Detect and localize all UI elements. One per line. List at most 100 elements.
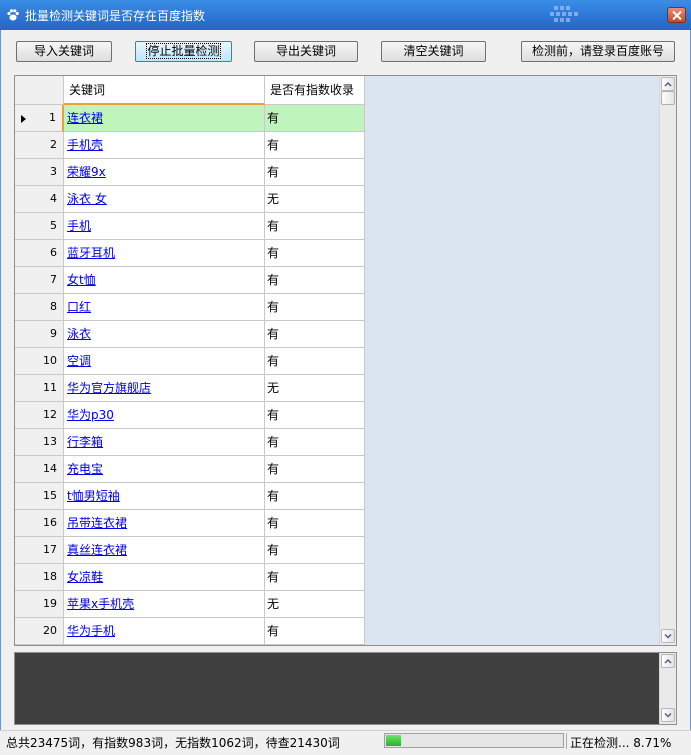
table-row[interactable]: 18 女凉鞋有 — [15, 564, 365, 591]
keyword-cell[interactable]: 女凉鞋 — [64, 564, 265, 591]
table-row[interactable]: 15 t恤男短袖有 — [15, 483, 365, 510]
keyword-grid[interactable]: 关键词 是否有指数收录 1 连衣裙有 2 手机壳有 3 荣耀9x 有 4 泳衣 女无 5 手机有 6 蓝… — [14, 75, 677, 646]
indexed-cell[interactable]: 有 — [265, 321, 365, 348]
login-baidu-button[interactable]: 检测前，请登录百度账号 — [521, 41, 675, 62]
table-row[interactable]: 19 苹果x手机壳无 — [15, 591, 365, 618]
chevron-up-icon — [664, 658, 672, 664]
log-output[interactable] — [14, 652, 677, 725]
indexed-cell[interactable]: 有 — [265, 510, 365, 537]
table-row[interactable]: 2 手机壳有 — [15, 132, 365, 159]
keyword-cell[interactable]: 行李箱 — [64, 429, 265, 456]
keyword-cell[interactable]: 荣耀9x — [64, 159, 265, 186]
row-header[interactable]: 13 — [15, 429, 64, 456]
column-header-keyword[interactable]: 关键词 — [64, 76, 265, 105]
log-vertical-scrollbar[interactable] — [659, 653, 676, 724]
keyword-cell[interactable]: 连衣裙 — [64, 105, 265, 132]
indexed-cell[interactable]: 无 — [265, 186, 365, 213]
scroll-down-button[interactable] — [661, 629, 675, 643]
table-row[interactable]: 9 泳衣有 — [15, 321, 365, 348]
table-row[interactable]: 14 充电宝有 — [15, 456, 365, 483]
keyword-cell[interactable]: 吊带连衣裙 — [64, 510, 265, 537]
import-keywords-button[interactable]: 导入关键词 — [16, 41, 112, 62]
row-header[interactable]: 10 — [15, 348, 64, 375]
row-header[interactable]: 19 — [15, 591, 64, 618]
log-scroll-up-button[interactable] — [661, 654, 675, 668]
table-row[interactable]: 13 行李箱有 — [15, 429, 365, 456]
table-row[interactable]: 10 空调有 — [15, 348, 365, 375]
keyword-cell[interactable]: 口红 — [64, 294, 265, 321]
indexed-cell[interactable]: 有 — [265, 564, 365, 591]
indexed-cell[interactable]: 无 — [265, 591, 365, 618]
row-header[interactable]: 16 — [15, 510, 64, 537]
indexed-cell[interactable]: 有 — [265, 402, 365, 429]
keyword-cell[interactable]: 手机 — [64, 213, 265, 240]
table-row[interactable]: 16 吊带连衣裙有 — [15, 510, 365, 537]
row-header[interactable]: 3 — [15, 159, 64, 186]
keyword-cell[interactable]: 真丝连衣裙 — [64, 537, 265, 564]
row-header[interactable]: 18 — [15, 564, 64, 591]
row-header[interactable]: 20 — [15, 618, 64, 645]
keyword-cell[interactable]: 华为p30 — [64, 402, 265, 429]
table-row[interactable]: 4 泳衣 女无 — [15, 186, 365, 213]
indexed-cell[interactable]: 有 — [265, 105, 365, 132]
row-header[interactable]: 8 — [15, 294, 64, 321]
indexed-cell[interactable]: 有 — [265, 294, 365, 321]
keyword-cell[interactable]: 华为手机 — [64, 618, 265, 645]
close-button[interactable] — [667, 7, 686, 23]
row-header[interactable]: 5 — [15, 213, 64, 240]
row-header[interactable]: 17 — [15, 537, 64, 564]
table-row[interactable]: 11 华为官方旗舰店无 — [15, 375, 365, 402]
table-row[interactable]: 8 口红有 — [15, 294, 365, 321]
keyword-cell[interactable]: 女t恤 — [64, 267, 265, 294]
table-row[interactable]: 3 荣耀9x 有 — [15, 159, 365, 186]
row-header[interactable]: 1 — [15, 105, 64, 132]
keyword-cell[interactable]: t恤男短袖 — [64, 483, 265, 510]
row-header[interactable]: 7 — [15, 267, 64, 294]
indexed-cell[interactable]: 有 — [265, 267, 365, 294]
table-row[interactable]: 7 女t恤有 — [15, 267, 365, 294]
keyword-cell[interactable]: 华为官方旗舰店 — [64, 375, 265, 402]
row-header[interactable]: 2 — [15, 132, 64, 159]
column-header-indexed[interactable]: 是否有指数收录 — [265, 76, 365, 105]
row-number: 14 — [43, 462, 57, 475]
indexed-cell[interactable]: 有 — [265, 213, 365, 240]
indexed-cell[interactable]: 有 — [265, 456, 365, 483]
keyword-cell[interactable]: 泳衣 — [64, 321, 265, 348]
row-header[interactable]: 6 — [15, 240, 64, 267]
export-keywords-button[interactable]: 导出关键词 — [254, 41, 358, 62]
row-header[interactable]: 15 — [15, 483, 64, 510]
scroll-thumb[interactable] — [661, 91, 675, 105]
keyword-cell[interactable]: 手机壳 — [64, 132, 265, 159]
indexed-cell[interactable]: 无 — [265, 375, 365, 402]
keyword-cell[interactable]: 空调 — [64, 348, 265, 375]
table-row[interactable]: 17 真丝连衣裙有 — [15, 537, 365, 564]
indexed-cell[interactable]: 有 — [265, 618, 365, 645]
clear-keywords-button[interactable]: 清空关键词 — [381, 41, 486, 62]
log-scroll-down-button[interactable] — [661, 708, 675, 722]
row-header[interactable]: 14 — [15, 456, 64, 483]
indexed-cell[interactable]: 有 — [265, 159, 365, 186]
row-header[interactable]: 11 — [15, 375, 64, 402]
row-header[interactable]: 4 — [15, 186, 64, 213]
stop-batch-check-button[interactable]: 停止批量检测 — [135, 41, 232, 62]
table-row[interactable]: 6 蓝牙耳机有 — [15, 240, 365, 267]
keyword-cell[interactable]: 蓝牙耳机 — [64, 240, 265, 267]
indexed-cell[interactable]: 有 — [265, 240, 365, 267]
table-row[interactable]: 5 手机有 — [15, 213, 365, 240]
table-row[interactable]: 1 连衣裙有 — [15, 105, 365, 132]
row-header[interactable]: 12 — [15, 402, 64, 429]
row-header[interactable]: 9 — [15, 321, 64, 348]
import-keywords-label: 导入关键词 — [33, 44, 94, 58]
indexed-cell[interactable]: 有 — [265, 348, 365, 375]
keyword-cell[interactable]: 充电宝 — [64, 456, 265, 483]
keyword-cell[interactable]: 苹果x手机壳 — [64, 591, 265, 618]
indexed-cell[interactable]: 有 — [265, 537, 365, 564]
grid-vertical-scrollbar[interactable] — [659, 76, 676, 645]
keyword-cell[interactable]: 泳衣 女 — [64, 186, 265, 213]
indexed-cell[interactable]: 有 — [265, 429, 365, 456]
table-row[interactable]: 20 华为手机有 — [15, 618, 365, 645]
table-row[interactable]: 12 华为p30 有 — [15, 402, 365, 429]
scroll-up-button[interactable] — [661, 77, 675, 91]
indexed-cell[interactable]: 有 — [265, 483, 365, 510]
indexed-cell[interactable]: 有 — [265, 132, 365, 159]
